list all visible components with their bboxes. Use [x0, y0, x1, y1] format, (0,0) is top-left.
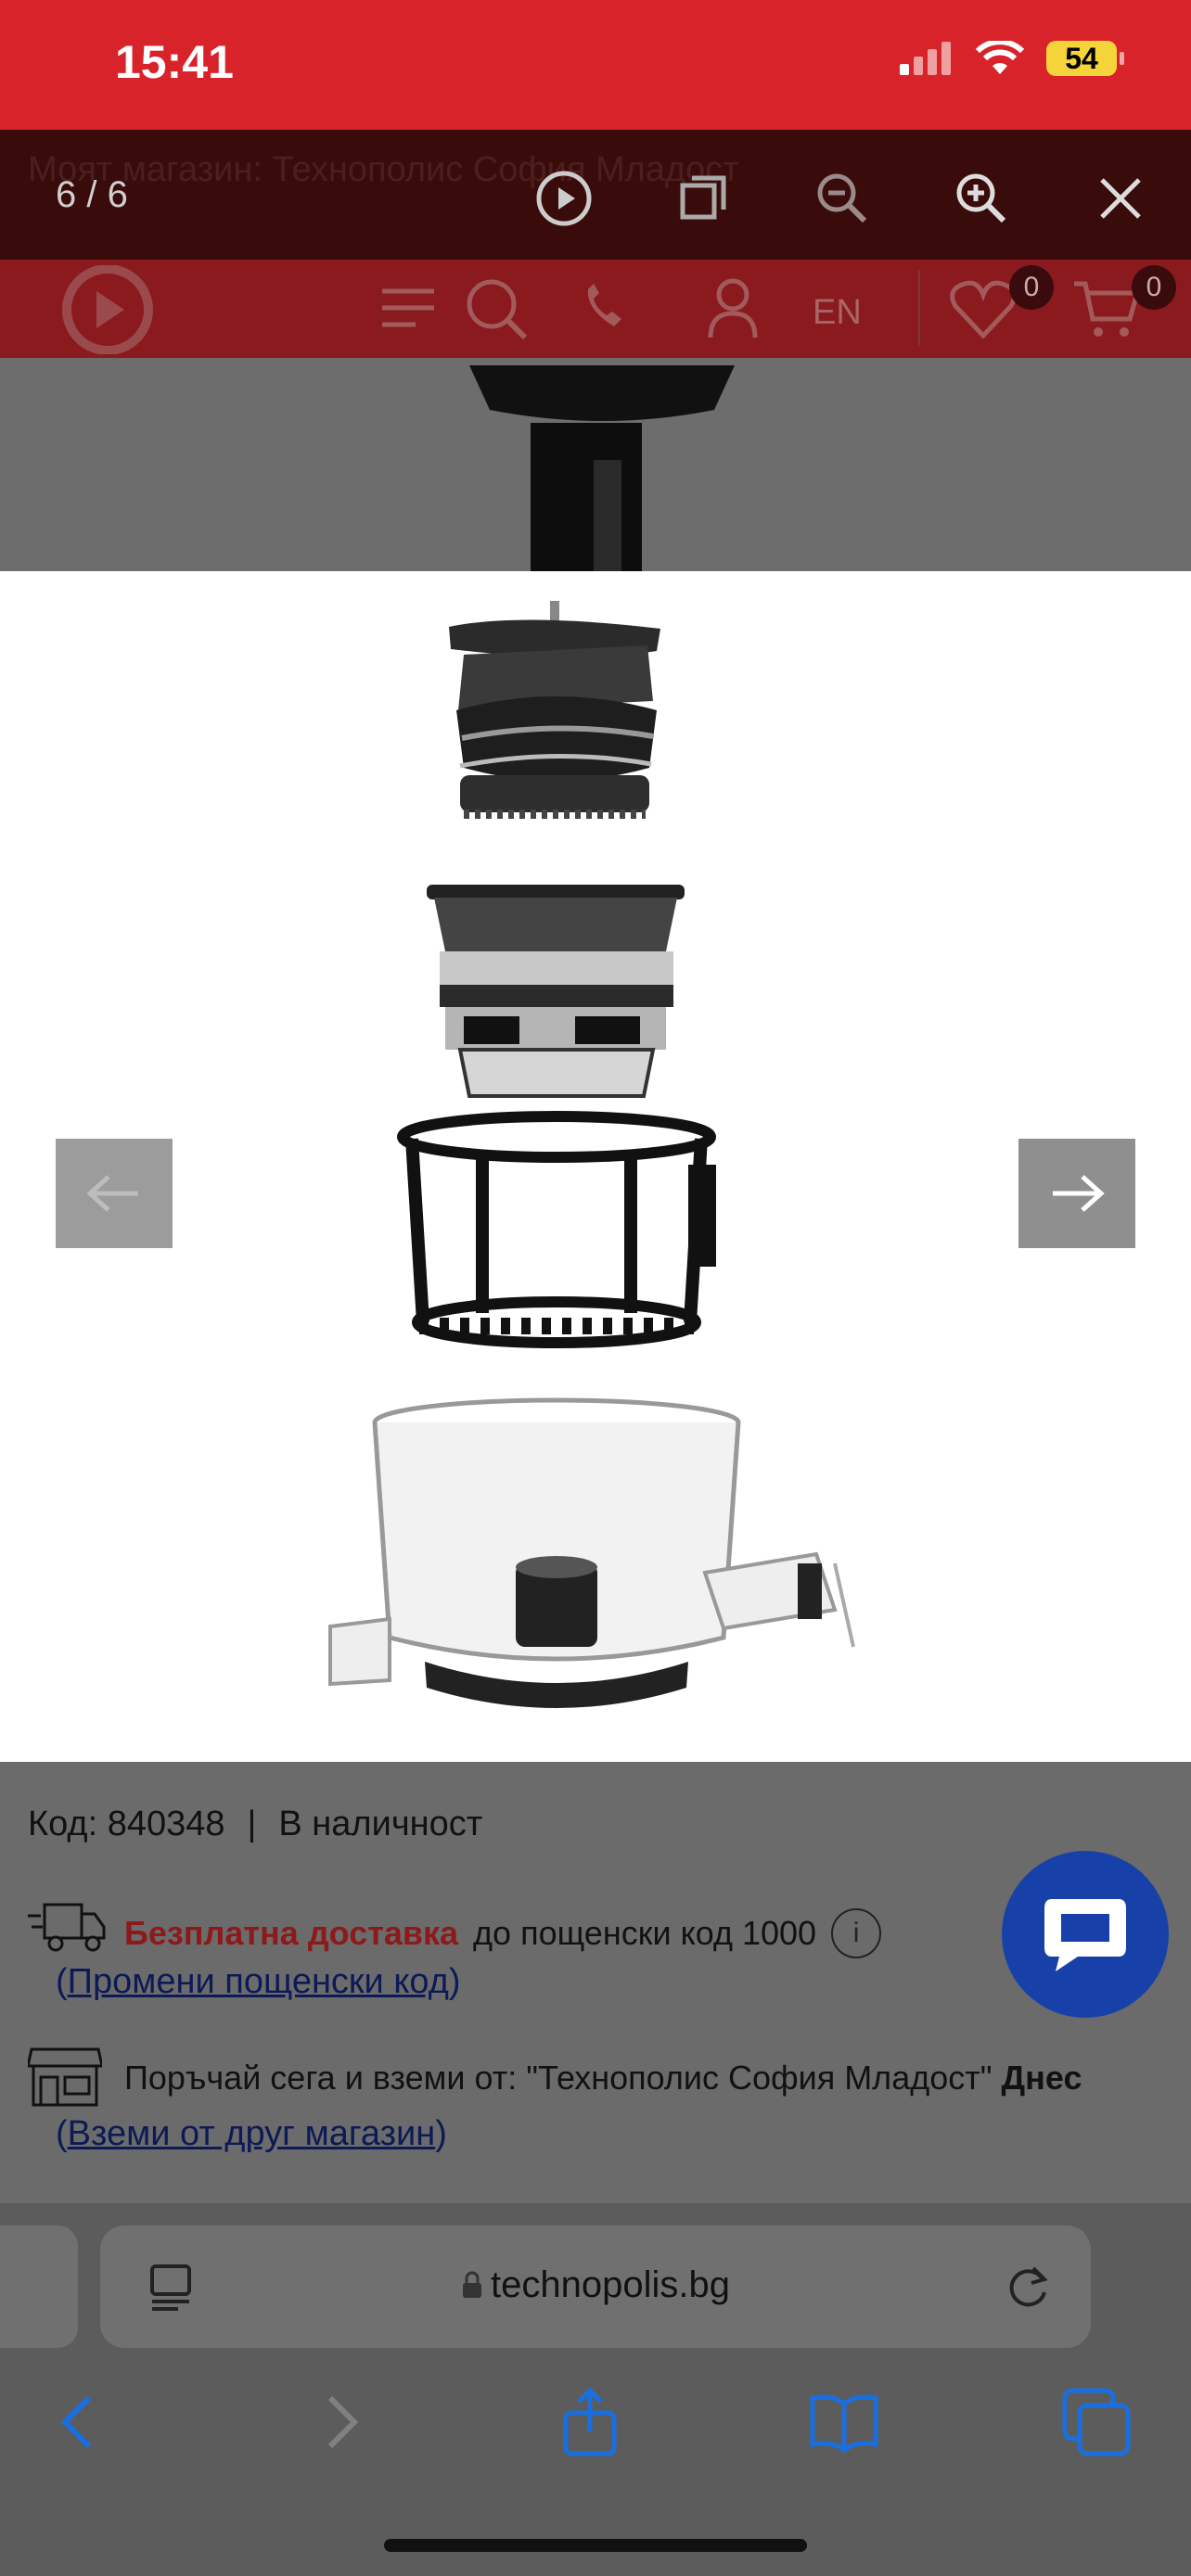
change-postcode-link[interactable]: (Промени пощенски код) — [56, 1962, 461, 2002]
thumbnails-icon[interactable] — [673, 169, 733, 228]
safari-toolbar: technopolis.bg — [0, 2203, 1191, 2576]
juicer-top-image — [469, 365, 735, 571]
forward-icon[interactable] — [302, 2385, 377, 2459]
pickup-line: Поръчай сега и вземи от: "Технополис Соф… — [124, 2059, 1082, 2098]
gallery-image[interactable] — [0, 571, 1191, 1762]
zoom-out-icon[interactable] — [813, 169, 872, 228]
reload-icon[interactable] — [1002, 2261, 1054, 2313]
home-indicator — [384, 2539, 807, 2552]
technopolis-logo-icon[interactable] — [58, 265, 158, 354]
code-separator: | — [247, 1804, 257, 1843]
language-switch[interactable]: EN — [813, 293, 862, 333]
wifi-icon — [976, 41, 1024, 74]
status-bar: 15:41 54 — [0, 0, 1191, 130]
tabs-icon[interactable] — [1059, 2385, 1133, 2459]
arrow-left-icon — [86, 1175, 138, 1212]
delivery-truck-icon — [28, 1903, 106, 1952]
account-icon[interactable] — [705, 276, 761, 341]
status-icons: 54 — [900, 41, 1124, 76]
menu-icon[interactable] — [378, 276, 438, 341]
product-image-behind — [0, 358, 1191, 571]
search-icon[interactable] — [464, 276, 529, 341]
store-icon — [28, 2047, 102, 2107]
info-icon[interactable]: i — [831, 1908, 882, 1958]
address-bar[interactable]: technopolis.bg — [100, 2225, 1091, 2348]
gallery-toolbar: 6 / 6 — [0, 130, 1191, 260]
other-store-text: Вземи от друг магазин — [67, 2114, 436, 2153]
gallery-prev-button[interactable] — [56, 1139, 173, 1248]
battery-indicator: 54 — [1046, 41, 1124, 76]
change-postcode-text: Промени пощенски код — [67, 1962, 449, 2001]
zoom-in-icon[interactable] — [952, 169, 1011, 228]
juicer-parts-image — [328, 601, 855, 1708]
free-delivery-label: Безплатна доставка — [124, 1914, 459, 1952]
wishlist-heart-icon[interactable] — [948, 276, 1018, 341]
cart-count-badge: 0 — [1132, 265, 1176, 310]
lock-icon — [463, 2271, 482, 2298]
cellular-signal-icon — [900, 42, 951, 75]
chat-bubble-icon — [1044, 1899, 1126, 1971]
pickup-text: Поръчай сега и вземи от: "Технополис Соф… — [124, 2059, 992, 2097]
previous-tab-preview[interactable] — [0, 2225, 78, 2348]
delivery-line: Безплатна доставка до пощенски код 1000 … — [124, 1908, 882, 1958]
availability-status: В наличност — [278, 1804, 483, 1843]
url-display[interactable]: technopolis.bg — [100, 2264, 1091, 2306]
share-icon[interactable] — [553, 2385, 627, 2459]
product-code: Код: 840348 — [28, 1804, 225, 1843]
close-icon[interactable] — [1091, 169, 1150, 228]
gallery-counter: 6 / 6 — [56, 174, 128, 215]
product-info: Код: 840348 | В наличност Безплатна достав… — [0, 1762, 1191, 2207]
wishlist-count-badge: 0 — [1009, 265, 1054, 310]
phone-icon[interactable] — [581, 276, 625, 341]
site-header: EN 0 0 — [0, 260, 1191, 358]
other-store-link[interactable]: (Вземи от друг магазин) — [56, 2114, 447, 2154]
bookmarks-icon[interactable] — [807, 2385, 881, 2459]
live-chat-button[interactable] — [1002, 1851, 1169, 2018]
arrow-right-icon — [1053, 1175, 1105, 1212]
status-time: 15:41 — [115, 36, 234, 88]
gallery-next-button[interactable] — [1018, 1139, 1135, 1248]
header-divider — [918, 271, 920, 345]
url-text: technopolis.bg — [491, 2264, 730, 2305]
pickup-when: Днес — [1001, 2059, 1082, 2097]
delivery-postcode-text: до пощенски код 1000 — [473, 1914, 817, 1952]
back-icon[interactable] — [43, 2385, 117, 2459]
play-slideshow-icon[interactable] — [534, 169, 594, 228]
product-code-line: Код: 840348 | В наличност — [28, 1804, 482, 1844]
